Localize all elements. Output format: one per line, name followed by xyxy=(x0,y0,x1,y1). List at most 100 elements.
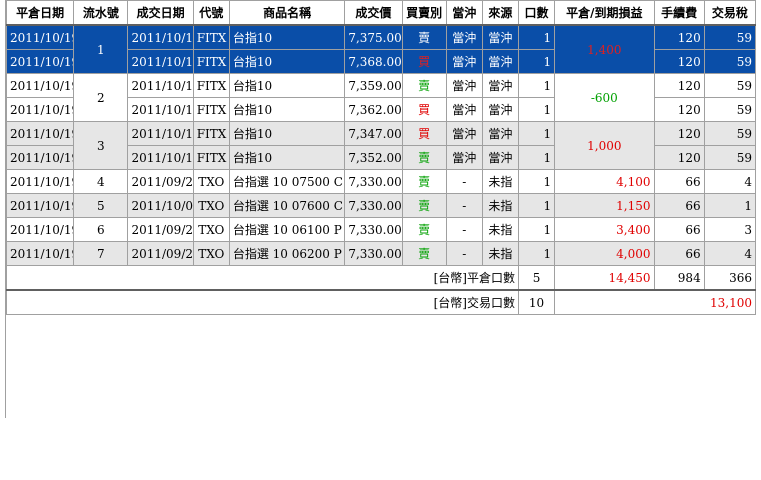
cell-serial: 2 xyxy=(73,73,129,122)
cell-source: 當沖 xyxy=(481,49,519,74)
cell-trade-date: 2011/10/19 xyxy=(127,121,194,146)
cell-tax: 4 xyxy=(703,241,757,266)
col-header-pnl[interactable]: 平倉/到期損益 xyxy=(554,0,655,26)
cell-code: TXO xyxy=(192,193,230,218)
cell-tax: 59 xyxy=(703,145,757,170)
cell-product-name: 台指選 10 06100 P xyxy=(228,217,346,242)
cell-qty: 1 xyxy=(517,217,556,242)
col-header-price[interactable]: 成交價 xyxy=(344,0,403,26)
cell-pnl: 1,150 xyxy=(554,193,655,218)
cell-code: FITX xyxy=(192,145,230,170)
col-header-product-name[interactable]: 商品名稱 xyxy=(228,0,346,26)
cell-product-name: 台指選 10 07600 C xyxy=(228,193,346,218)
cell-side: 賣 xyxy=(401,145,447,170)
cell-qty: 1 xyxy=(517,97,556,122)
cell-side: 賣 xyxy=(401,24,447,50)
col-header-tax[interactable]: 交易稅 xyxy=(703,0,757,26)
cell-trade-date: 2011/09/26 xyxy=(127,241,194,266)
table-row[interactable]: 2011/10/19 6 2011/09/23 TXO 台指選 10 06100… xyxy=(5,217,757,242)
col-header-code[interactable]: 代號 xyxy=(192,0,230,26)
cell-pnl: 3,400 xyxy=(554,217,655,242)
cell-close-date: 2011/10/19 xyxy=(5,73,75,98)
table-row[interactable]: 2011/10/19 7 2011/09/26 TXO 台指選 10 06200… xyxy=(5,241,757,266)
cell-tax: 3 xyxy=(703,217,757,242)
cell-source: 當沖 xyxy=(481,121,519,146)
cell-close-date: 2011/10/19 xyxy=(5,97,75,122)
trade-qty-label: [台幣]交易口數 xyxy=(6,289,519,315)
cell-pnl: -600 xyxy=(554,73,655,122)
col-header-close-date[interactable]: 平倉日期 xyxy=(5,0,75,26)
cell-daytrade: 當沖 xyxy=(445,24,483,50)
cell-trade-date: 2011/10/19 xyxy=(127,73,194,98)
cell-fee: 120 xyxy=(653,121,705,146)
cell-product-name: 台指10 xyxy=(228,73,346,98)
cell-product-name: 台指10 xyxy=(228,24,346,50)
table-row[interactable]: 2011/10/19 2 2011/10/19 FITX 台指10 7,359.… xyxy=(5,73,757,122)
header-row: 平倉日期 流水號 成交日期 代號 商品名稱 成交價 買賣別 當沖 來源 口數 平… xyxy=(5,0,757,26)
cell-price: 7,368.00 xyxy=(344,49,403,74)
cell-qty: 1 xyxy=(517,145,556,170)
cell-fee: 120 xyxy=(653,49,705,74)
cell-source: 當沖 xyxy=(481,97,519,122)
cell-qty: 1 xyxy=(517,24,556,50)
cell-source: 當沖 xyxy=(481,145,519,170)
cell-serial: 4 xyxy=(73,169,129,194)
trade-net-total: 13,100 xyxy=(554,289,756,315)
cell-close-date: 2011/10/19 xyxy=(5,49,75,74)
cell-fee: 66 xyxy=(653,169,705,194)
cell-product-name: 台指選 10 06200 P xyxy=(228,241,346,266)
col-header-side[interactable]: 買賣別 xyxy=(401,0,447,26)
cell-fee: 66 xyxy=(653,241,705,266)
cell-code: TXO xyxy=(192,169,230,194)
cell-pnl: 1,000 xyxy=(554,121,655,170)
col-header-qty[interactable]: 口數 xyxy=(517,0,556,26)
cell-fee: 120 xyxy=(653,97,705,122)
cell-product-name: 台指10 xyxy=(228,97,346,122)
cell-tax: 59 xyxy=(703,97,757,122)
cell-code: TXO xyxy=(192,241,230,266)
cell-price: 7,375.00 xyxy=(344,24,403,50)
totals-row-closed: [台幣]平倉口數 5 14,450 984 366 xyxy=(6,265,757,291)
cell-tax: 59 xyxy=(703,49,757,74)
table-row[interactable]: 2011/10/19 4 2011/09/28 TXO 台指選 10 07500… xyxy=(5,169,757,194)
cell-daytrade: 當沖 xyxy=(445,121,483,146)
cell-trade-date: 2011/10/07 xyxy=(127,193,194,218)
table-row[interactable]: 2011/10/19 5 2011/10/07 TXO 台指選 10 07600… xyxy=(5,193,757,218)
closed-tax-total: 366 xyxy=(703,265,757,291)
col-header-serial[interactable]: 流水號 xyxy=(73,0,129,26)
cell-trade-date: 2011/09/28 xyxy=(127,169,194,194)
cell-tax: 1 xyxy=(703,193,757,218)
col-header-daytrade[interactable]: 當沖 xyxy=(445,0,483,26)
trade-qty-value: 10 xyxy=(517,289,556,315)
cell-fee: 66 xyxy=(653,193,705,218)
cell-qty: 1 xyxy=(517,73,556,98)
table-row[interactable]: 2011/10/19 3 2011/10/19 FITX 台指10 7,347.… xyxy=(5,121,757,170)
cell-code: FITX xyxy=(192,73,230,98)
cell-qty: 1 xyxy=(517,193,556,218)
cell-code: FITX xyxy=(192,24,230,50)
cell-price: 7,359.00 xyxy=(344,73,403,98)
cell-pnl: 1,400 xyxy=(554,24,655,74)
col-header-source[interactable]: 來源 xyxy=(481,0,519,26)
cell-price: 7,347.00 xyxy=(344,121,403,146)
cell-close-date: 2011/10/19 xyxy=(5,24,75,50)
closed-trades-table: 平倉日期 流水號 成交日期 代號 商品名稱 成交價 買賣別 當沖 來源 口數 平… xyxy=(5,0,757,315)
table-row[interactable]: 2011/10/19 1 2011/10/19 FITX 台指10 7,375.… xyxy=(5,24,757,74)
cell-side: 賣 xyxy=(401,241,447,266)
cell-price: 7,330.00 xyxy=(344,241,403,266)
cell-side: 賣 xyxy=(401,169,447,194)
cell-serial: 3 xyxy=(73,121,129,170)
cell-trade-date: 2011/09/23 xyxy=(127,217,194,242)
cell-trade-date: 2011/10/19 xyxy=(127,49,194,74)
cell-tax: 4 xyxy=(703,169,757,194)
cell-source: 未指 xyxy=(481,241,519,266)
cell-price: 7,330.00 xyxy=(344,217,403,242)
cell-side: 買 xyxy=(401,97,447,122)
cell-daytrade: 當沖 xyxy=(445,73,483,98)
cell-pnl: 4,000 xyxy=(554,241,655,266)
cell-fee: 120 xyxy=(653,24,705,50)
col-header-trade-date[interactable]: 成交日期 xyxy=(127,0,194,26)
col-header-fee[interactable]: 手續費 xyxy=(653,0,705,26)
cell-fee: 120 xyxy=(653,73,705,98)
cell-daytrade: 當沖 xyxy=(445,97,483,122)
